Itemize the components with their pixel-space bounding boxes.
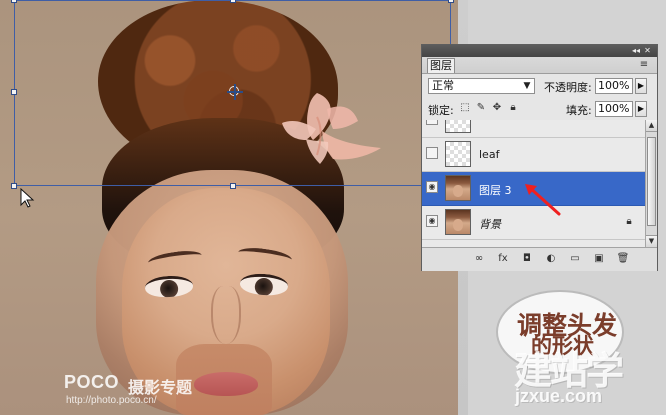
poco-brand-watermark: POCO (64, 372, 120, 392)
transform-handle-bottom-center[interactable] (230, 183, 236, 189)
panel-close-icon[interactable]: ✕ (644, 47, 651, 55)
layer-thumbnail (445, 120, 471, 133)
group-icon[interactable]: ▭ (567, 252, 583, 266)
layers-scrollbar[interactable]: ▲ ▼ (645, 120, 657, 247)
transform-handle-top-right[interactable] (448, 0, 454, 3)
blend-row: 正常 ▼ 不透明度: 100% ▶ (422, 74, 657, 97)
layer-name: 背景 (479, 218, 501, 231)
layers-panel-tab-row: 图层 ≡ (422, 57, 657, 74)
layer-row-background[interactable]: ◉ 背景 🔒︎ (422, 206, 645, 240)
layer-row-leaf[interactable]: leaf (422, 138, 645, 172)
mask-icon[interactable]: ◘ (519, 252, 535, 266)
visibility-toggle[interactable] (426, 147, 438, 159)
fill-field[interactable]: 100% (595, 101, 633, 117)
fill-slider-button[interactable]: ▶ (635, 101, 647, 117)
opacity-label: 不透明度: (544, 81, 592, 94)
scroll-thumb[interactable] (647, 137, 656, 226)
mouth (194, 372, 258, 396)
transform-center-point[interactable] (227, 84, 243, 100)
chevron-down-icon: ▼ (523, 81, 531, 91)
transform-handle-top-center[interactable] (230, 0, 236, 3)
blend-mode-select[interactable]: 正常 ▼ (428, 78, 535, 94)
left-iris (159, 279, 179, 299)
scroll-up-icon[interactable]: ▲ (646, 120, 657, 132)
opacity-field[interactable]: 100% (595, 78, 633, 94)
transform-handle-middle-left[interactable] (11, 89, 17, 95)
opacity-slider-button[interactable]: ▶ (635, 78, 647, 94)
lock-image-pixels-icon[interactable]: ✎ (475, 102, 487, 114)
lock-label: 锁定: (428, 104, 454, 117)
panel-menu-icon[interactable]: ≡ (638, 59, 650, 70)
layers-list: leaf ◉ 图层 3 ◉ 背景 🔒︎ (422, 120, 645, 247)
fx-icon[interactable]: fx (495, 252, 511, 266)
lock-position-icon[interactable]: ✥ (491, 102, 503, 114)
eye-icon[interactable]: ◉ (426, 215, 438, 227)
trash-icon[interactable]: 🗑︎ (615, 252, 631, 266)
document-canvas[interactable]: POCO 摄影专题 http://photo.poco.cn/ (0, 0, 458, 415)
transform-handle-bottom-left[interactable] (11, 183, 17, 189)
eye-icon[interactable]: ◉ (426, 181, 438, 193)
layers-tab[interactable]: 图层 (427, 58, 455, 73)
lock-all-icon[interactable]: 🔒︎ (507, 102, 519, 114)
link-icon[interactable]: ∞ (471, 252, 487, 266)
poco-url-watermark: http://photo.poco.cn/ (66, 395, 157, 406)
layer-name: 图层 3 (479, 184, 512, 197)
screenshot-stage: POCO 摄影专题 http://photo.poco.cn/ ◂◂ ✕ 图层 … (0, 0, 666, 415)
adjustment-layer-icon[interactable]: ◐ (543, 252, 559, 266)
visibility-toggle[interactable] (426, 120, 438, 125)
new-layer-icon[interactable]: ▣ (591, 252, 607, 266)
lock-icons-group: ⬚ ✎ ✥ 🔒︎ (459, 102, 519, 114)
panel-minimize-icon[interactable]: ◂◂ (632, 47, 640, 55)
blend-mode-value: 正常 (432, 79, 454, 92)
layers-panel-titlebar: ◂◂ ✕ (422, 45, 657, 57)
layer-thumbnail (445, 209, 471, 235)
layers-bottom-bar: ∞ fx ◘ ◐ ▭ ▣ 🗑︎ (422, 247, 657, 271)
layer-row-layer-3[interactable]: ◉ 图层 3 (422, 172, 645, 206)
layer-name: leaf (479, 148, 500, 161)
lock-transparent-pixels-icon[interactable]: ⬚ (459, 102, 471, 114)
layer-thumbnail (445, 141, 471, 167)
layer-thumbnail (445, 175, 471, 201)
fill-label: 填充: (566, 104, 592, 117)
nose (211, 286, 241, 344)
lock-row: 锁定: ⬚ ✎ ✥ 🔒︎ 填充: 100% ▶ (422, 97, 657, 121)
scroll-down-icon[interactable]: ▼ (646, 235, 657, 247)
lock-icon: 🔒︎ (626, 216, 632, 227)
transform-handle-top-left[interactable] (11, 0, 17, 3)
layers-panel: ◂◂ ✕ 图层 ≡ 正常 ▼ 不透明度: 100% ▶ 锁定: ⬚ ✎ ✥ 🔒︎… (421, 44, 658, 271)
layer-row[interactable] (422, 120, 645, 138)
right-iris (254, 277, 274, 297)
site-logo-url: jzxue.com (515, 386, 603, 406)
layers-bottom-icons: ∞ fx ◘ ◐ ▭ ▣ 🗑︎ (471, 252, 631, 266)
mouse-cursor-icon (20, 188, 35, 208)
